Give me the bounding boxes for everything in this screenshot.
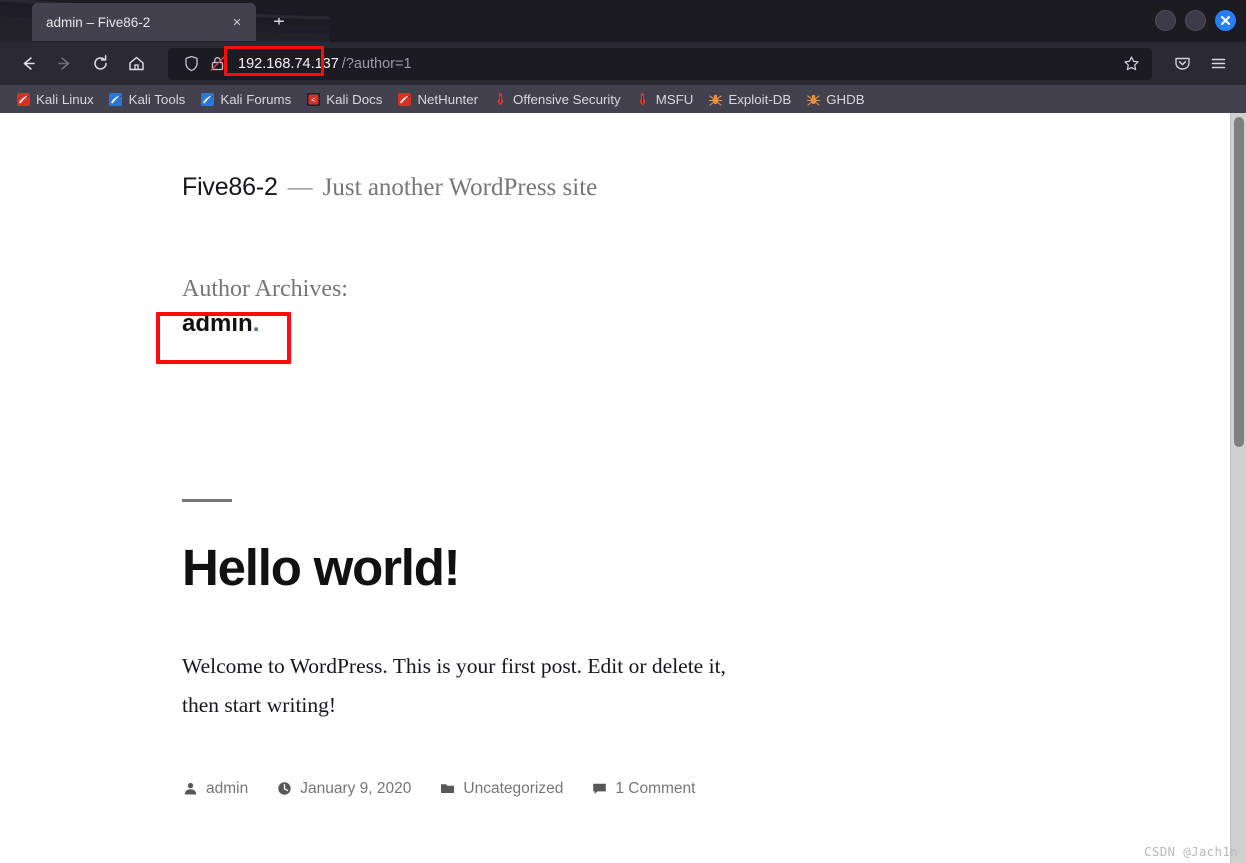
- bookmark-offensive-security[interactable]: Offensive Security: [485, 89, 628, 109]
- bookmark-exploit-db[interactable]: Exploit-DB: [700, 89, 798, 109]
- post-meta-author[interactable]: admin: [182, 780, 248, 798]
- pocket-icon: [1174, 57, 1190, 70]
- post-meta-comments-label: 1 Comment: [615, 779, 696, 797]
- pocket-button[interactable]: [1164, 48, 1200, 80]
- exploit-db-icon: [707, 91, 723, 107]
- offsec-icon: [492, 91, 508, 107]
- arrow-right-icon: [57, 57, 69, 70]
- window-controls: [1155, 10, 1236, 31]
- browser-tab[interactable]: admin – Five86-2 ×: [32, 3, 256, 41]
- close-window-button[interactable]: [1215, 10, 1236, 31]
- site-tagline: Just another WordPress site: [322, 174, 598, 201]
- bookmark-label: NetHunter: [417, 91, 479, 107]
- close-icon: [1221, 16, 1230, 25]
- bookmark-label: Exploit-DB: [728, 91, 792, 107]
- maximize-button[interactable]: [1185, 10, 1206, 31]
- kali-tools-icon: [108, 91, 124, 107]
- url-path: /?author=1: [341, 55, 412, 72]
- bookmark-kali-docs[interactable]: < Kali Docs: [298, 89, 389, 109]
- site-separator: —: [287, 174, 313, 201]
- wordpress-page: Five86-2 — Just another WordPress site A…: [0, 113, 1246, 798]
- comment-icon: [591, 781, 607, 797]
- app-menu-button[interactable]: [1200, 48, 1236, 80]
- folder-icon: [439, 781, 455, 797]
- post-title[interactable]: Hello world!: [182, 539, 1206, 594]
- page-scrollbar[interactable]: [1230, 113, 1246, 863]
- site-header: Five86-2 — Just another WordPress site: [182, 113, 1206, 202]
- home-button[interactable]: [118, 48, 154, 80]
- arrow-left-icon: [23, 57, 35, 70]
- bookmark-label: Kali Linux: [36, 91, 94, 107]
- url-text[interactable]: 192.168.74.137/?author=1: [224, 45, 1116, 76]
- bookmark-label: Kali Forums: [220, 91, 292, 107]
- bookmark-label: Kali Docs: [326, 91, 383, 107]
- tab-bar: admin – Five86-2 × +: [0, 0, 1246, 42]
- bookmark-kali-tools[interactable]: Kali Tools: [101, 89, 193, 109]
- tracking-protection-shield-icon[interactable]: [178, 51, 204, 77]
- archive-author-name: admin.: [182, 308, 1206, 340]
- bookmark-msfu[interactable]: MSFU: [628, 89, 701, 109]
- post-meta-date-label: January 9, 2020: [300, 779, 412, 797]
- archive-header: Author Archives: admin.: [156, 274, 1206, 364]
- page-viewport: Five86-2 — Just another WordPress site A…: [0, 113, 1246, 863]
- insecure-connection-lock-icon[interactable]: [204, 51, 230, 77]
- back-button[interactable]: [10, 48, 46, 80]
- ghdb-icon: [805, 91, 821, 107]
- url-bar[interactable]: 192.168.74.137/?author=1: [168, 45, 1152, 80]
- reload-icon: [93, 55, 107, 70]
- bookmarks-toolbar: Kali Linux Kali Tools Kali Forums < Kali…: [0, 85, 1246, 113]
- author-person-icon: [182, 781, 198, 797]
- kali-docs-icon: <: [305, 91, 321, 107]
- minimize-button[interactable]: [1155, 10, 1176, 31]
- bookmark-kali-linux[interactable]: Kali Linux: [8, 89, 101, 109]
- archive-period: .: [252, 310, 260, 338]
- archive-author-text: admin: [182, 310, 253, 338]
- url-host: 192.168.74.137: [238, 55, 339, 72]
- browser-window: admin – Five86-2 × + 192.168.74.137 /?au…: [0, 0, 1246, 863]
- hamburger-menu-icon: [1211, 58, 1225, 69]
- nethunter-icon: [396, 91, 412, 107]
- post-body-text: Welcome to WordPress. This is your first…: [182, 653, 726, 717]
- home-icon: [128, 56, 144, 71]
- bookmark-ghdb[interactable]: GHDB: [798, 89, 871, 109]
- bookmark-label: Offensive Security: [513, 91, 621, 107]
- reload-button[interactable]: [82, 48, 118, 80]
- new-tab-button[interactable]: +: [264, 7, 294, 37]
- forward-button[interactable]: [46, 48, 82, 80]
- archive-prefix-label: Author Archives:: [182, 276, 348, 302]
- bookmark-label: MSFU: [655, 91, 694, 107]
- site-branding: Five86-2 — Just another WordPress site: [182, 173, 1206, 202]
- watermark: CSDN @Jach1n: [1144, 844, 1238, 859]
- tab-title: admin – Five86-2: [46, 14, 151, 30]
- bookmark-kali-forums[interactable]: Kali Forums: [192, 89, 298, 109]
- bookmark-label: Kali Tools: [128, 91, 186, 107]
- kali-forums-icon: [199, 91, 215, 107]
- post-meta-category[interactable]: Uncategorized: [439, 780, 563, 798]
- site-title[interactable]: Five86-2: [182, 173, 278, 202]
- post-divider: [182, 498, 232, 502]
- post-article: Hello world! Welcome to WordPress. This …: [182, 498, 1206, 798]
- bookmark-star-icon[interactable]: [1116, 50, 1146, 78]
- kali-dragon-icon: [15, 91, 31, 107]
- post-meta-date[interactable]: January 9, 2020: [276, 780, 411, 798]
- clock-icon: [276, 781, 292, 797]
- post-meta-author-label: admin: [206, 779, 249, 797]
- msfu-icon: [635, 91, 651, 107]
- post-meta-category-label: Uncategorized: [463, 779, 564, 797]
- post-meta: admin January 9, 2020 Uncategorized 1 Co…: [182, 780, 1206, 798]
- bookmark-label: GHDB: [826, 91, 865, 107]
- close-icon[interactable]: ×: [226, 11, 248, 33]
- bookmark-nethunter[interactable]: NetHunter: [389, 89, 485, 109]
- post-meta-comments[interactable]: 1 Comment: [591, 780, 695, 798]
- navigation-toolbar: 192.168.74.137/?author=1: [0, 42, 1246, 85]
- scrollbar-thumb[interactable]: [1234, 117, 1244, 447]
- svg-text:<: <: [311, 95, 316, 104]
